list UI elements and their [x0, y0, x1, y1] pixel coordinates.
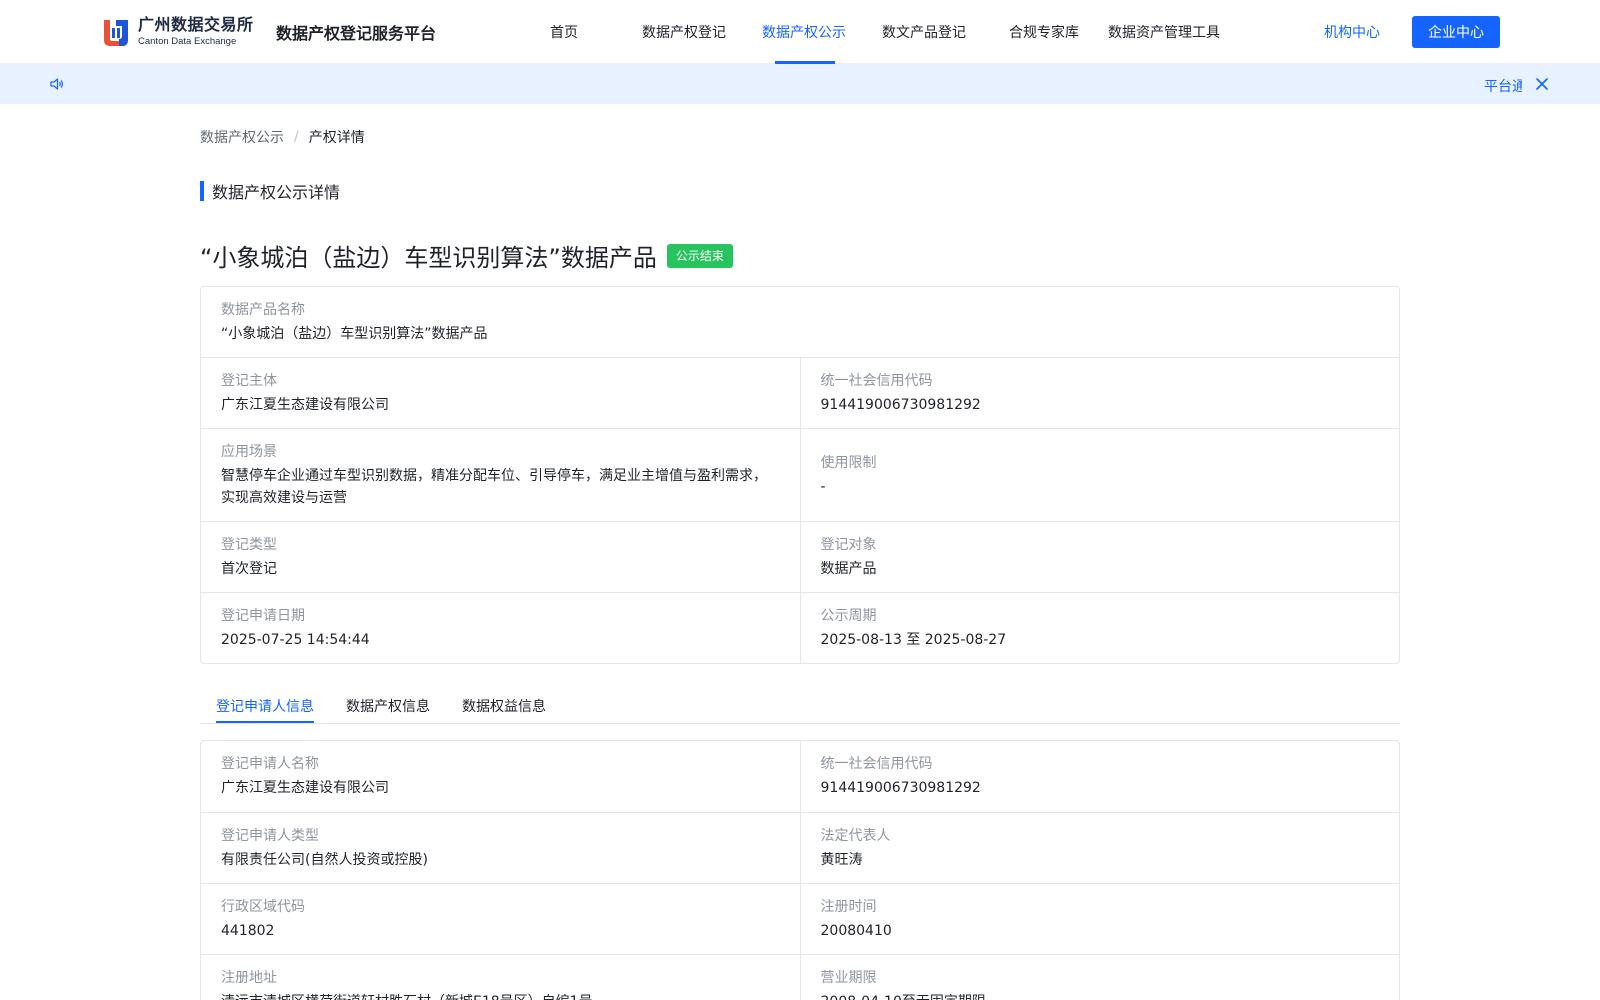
field-label: 登记申请人名称 — [221, 756, 319, 772]
field-label: 行政区域代码 — [221, 898, 305, 915]
applicant-name-value: 广东江夏生态建设有限公司 — [221, 780, 389, 796]
platform-title: 数据产权登记服务平台 — [276, 24, 437, 43]
reg-time-value: 20080410 — [820, 922, 892, 939]
product-details-table: 数据产品名称 “小象城泊（盐边）车型识别算法”数据产品 登记主体 广东江夏生态建… — [200, 286, 1400, 664]
legal-rep-value: 黄旺涛 — [820, 851, 863, 868]
detail-cell: 登记申请人类型 有限责任公司(自然人投资或控股) — [201, 813, 800, 883]
credit-code-value: 914419006730981292 — [820, 396, 981, 413]
detail-cell: 登记类型 首次登记 — [201, 522, 800, 592]
breadcrumb-current: 产权详情 — [308, 130, 365, 146]
address-value: 清远市清城区横荷街道轩村胜石村（新城E18号区）自编1号 — [221, 991, 780, 1000]
top-header: 广州数据交易所 Canton Data Exchange 数据产权登记服务平台 … — [0, 0, 1600, 64]
nav-item-home[interactable]: 首页 — [550, 22, 578, 42]
tab-applicant-info[interactable]: 登记申请人信息 — [216, 696, 314, 716]
product-heading: “小象城泊（盐边）车型识别算法”数据产品 公示结束 — [200, 238, 733, 273]
logo-cn: 广州数据交易所 — [138, 15, 254, 35]
nav-item-asset-tools[interactable]: 数据资产管理工具 — [1108, 22, 1220, 42]
nav-item-registration[interactable]: 数据产权登记 — [642, 22, 726, 42]
detail-cell: 注册地址 清远市清城区横荷街道轩村胜石村（新城E18号区）自编1号 — [201, 955, 800, 1000]
notice-bar: 平台通知 — [0, 64, 1600, 104]
logo[interactable]: 广州数据交易所 Canton Data Exchange — [100, 16, 254, 48]
detail-cell: 统一社会信用代码 914419006730981292 — [799, 741, 1400, 812]
detail-cell: 使用限制 - — [799, 429, 1400, 521]
logo-en: Canton Data Exchange — [138, 36, 237, 48]
speaker-icon — [50, 78, 63, 90]
logo-icon — [104, 20, 128, 46]
product-name-value: “小象城泊（盐边）车型识别算法”数据产品 — [221, 325, 488, 342]
detail-cell: 统一社会信用代码 914419006730981292 — [799, 358, 1400, 428]
table-row: 登记类型 首次登记 登记对象 数据产品 — [201, 521, 1399, 592]
logo-text: 广州数据交易所 Canton Data Exchange — [138, 17, 254, 47]
section-accent-bar — [200, 181, 204, 201]
scenario-value: 智慧停车企业通过车型识别数据，精准分配车位、引导停车，满足业主增值与盈利需求，实… — [221, 467, 767, 506]
detail-cell: 登记申请日期 2025-07-25 14:54:44 — [201, 593, 800, 663]
section-title: 数据产权公示详情 — [212, 183, 341, 202]
breadcrumb-parent[interactable]: 数据产权公示 — [200, 127, 284, 147]
field-label: 统一社会信用代码 — [820, 372, 933, 389]
detail-cell: 登记对象 数据产品 — [799, 522, 1400, 592]
field-label: 登记申请人类型 — [221, 827, 319, 844]
table-row: 数据产品名称 “小象城泊（盐边）车型识别算法”数据产品 — [201, 287, 1399, 357]
field-label: 登记对象 — [820, 536, 877, 553]
tab-rights-interests-info[interactable]: 数据权益信息 — [462, 696, 546, 716]
detail-cell: 登记主体 广东江夏生态建设有限公司 — [201, 358, 800, 428]
field-label: 登记类型 — [221, 536, 277, 553]
reg-object-value: 数据产品 — [820, 560, 877, 577]
table-row: 登记申请人名称 广东江夏生态建设有限公司 统一社会信用代码 9144190067… — [201, 741, 1399, 812]
section-heading: 数据产权公示详情 — [200, 181, 341, 202]
org-center-link[interactable]: 机构中心 — [1324, 22, 1380, 42]
detail-cell: 行政区域代码 441802 — [201, 884, 800, 954]
business-term-value: 2008-04-10至无固定期限 — [821, 991, 1380, 1000]
applicant-type-value: 有限责任公司(自然人投资或控股) — [221, 851, 428, 868]
field-label: 应用场景 — [221, 443, 277, 460]
notice-marquee-text[interactable]: 平台通知 — [1484, 76, 1522, 96]
detail-tabs: 登记申请人信息 数据产权信息 数据权益信息 — [200, 686, 1400, 724]
table-row: 登记申请人类型 有限责任公司(自然人投资或控股) 法定代表人 黄旺涛 — [201, 812, 1399, 883]
apply-date-value: 2025-07-25 14:54:44 — [221, 631, 370, 648]
detail-cell: 注册时间 20080410 — [799, 884, 1400, 954]
field-label: 登记主体 — [221, 372, 277, 389]
restriction-value: - — [820, 478, 826, 495]
breadcrumb: 数据产权公示 / 产权详情 — [200, 127, 365, 147]
detail-cell: 应用场景 智慧停车企业通过车型识别数据，精准分配车位、引导停车，满足业主增值与盈… — [201, 429, 800, 521]
tab-property-rights-info[interactable]: 数据产权信息 — [346, 696, 430, 716]
detail-cell: 营业期限 2008-04-10至无固定期限 — [799, 955, 1400, 1000]
nav-item-publicity[interactable]: 数据产权公示 — [762, 22, 846, 42]
field-label: 注册时间 — [820, 898, 877, 915]
field-label: 公示周期 — [820, 607, 877, 624]
table-row: 登记申请日期 2025-07-25 14:54:44 公示周期 2025-08-… — [201, 592, 1399, 663]
status-badge: 公示结束 — [666, 243, 733, 268]
field-label: 登记申请日期 — [221, 607, 305, 624]
field-label: 数据产品名称 — [221, 301, 305, 318]
applicant-credit-code-value: 914419006730981292 — [820, 780, 981, 796]
publicity-period-value: 2025-08-13 至 2025-08-27 — [820, 631, 1007, 648]
detail-cell: 登记申请人名称 广东江夏生态建设有限公司 — [201, 741, 800, 812]
product-title: “小象城泊（盐边）车型识别算法”数据产品 — [200, 244, 657, 272]
field-label: 法定代表人 — [820, 827, 891, 844]
region-code-value: 441802 — [221, 922, 275, 939]
field-label: 统一社会信用代码 — [820, 756, 933, 772]
field-label: 使用限制 — [820, 454, 877, 471]
table-row: 登记主体 广东江夏生态建设有限公司 统一社会信用代码 9144190067309… — [201, 357, 1399, 428]
table-row: 应用场景 智慧停车企业通过车型识别数据，精准分配车位、引导停车，满足业主增值与盈… — [201, 428, 1399, 521]
field-label: 注册地址 — [221, 969, 277, 986]
detail-cell: 法定代表人 黄旺涛 — [799, 813, 1400, 883]
enterprise-center-button[interactable]: 企业中心 — [1412, 16, 1500, 48]
detail-cell: 公示周期 2025-08-13 至 2025-08-27 — [799, 593, 1400, 663]
field-label: 营业期限 — [820, 969, 877, 986]
table-row: 行政区域代码 441802 注册时间 20080410 — [201, 883, 1399, 954]
breadcrumb-separator: / — [294, 129, 299, 145]
tab-active-indicator — [216, 721, 314, 723]
registrant-value: 广东江夏生态建设有限公司 — [221, 396, 389, 413]
nav-item-cultural-product[interactable]: 数文产品登记 — [882, 22, 966, 42]
close-icon[interactable] — [1534, 76, 1550, 92]
detail-cell: 数据产品名称 “小象城泊（盐边）车型识别算法”数据产品 — [201, 287, 1399, 357]
table-row: 注册地址 清远市清城区横荷街道轩村胜石村（新城E18号区）自编1号 营业期限 2… — [201, 954, 1399, 1000]
applicant-info-table: 登记申请人名称 广东江夏生态建设有限公司 统一社会信用代码 9144190067… — [200, 740, 1400, 1000]
nav-item-expert-library[interactable]: 合规专家库 — [1009, 22, 1079, 42]
reg-type-value: 首次登记 — [221, 560, 277, 577]
